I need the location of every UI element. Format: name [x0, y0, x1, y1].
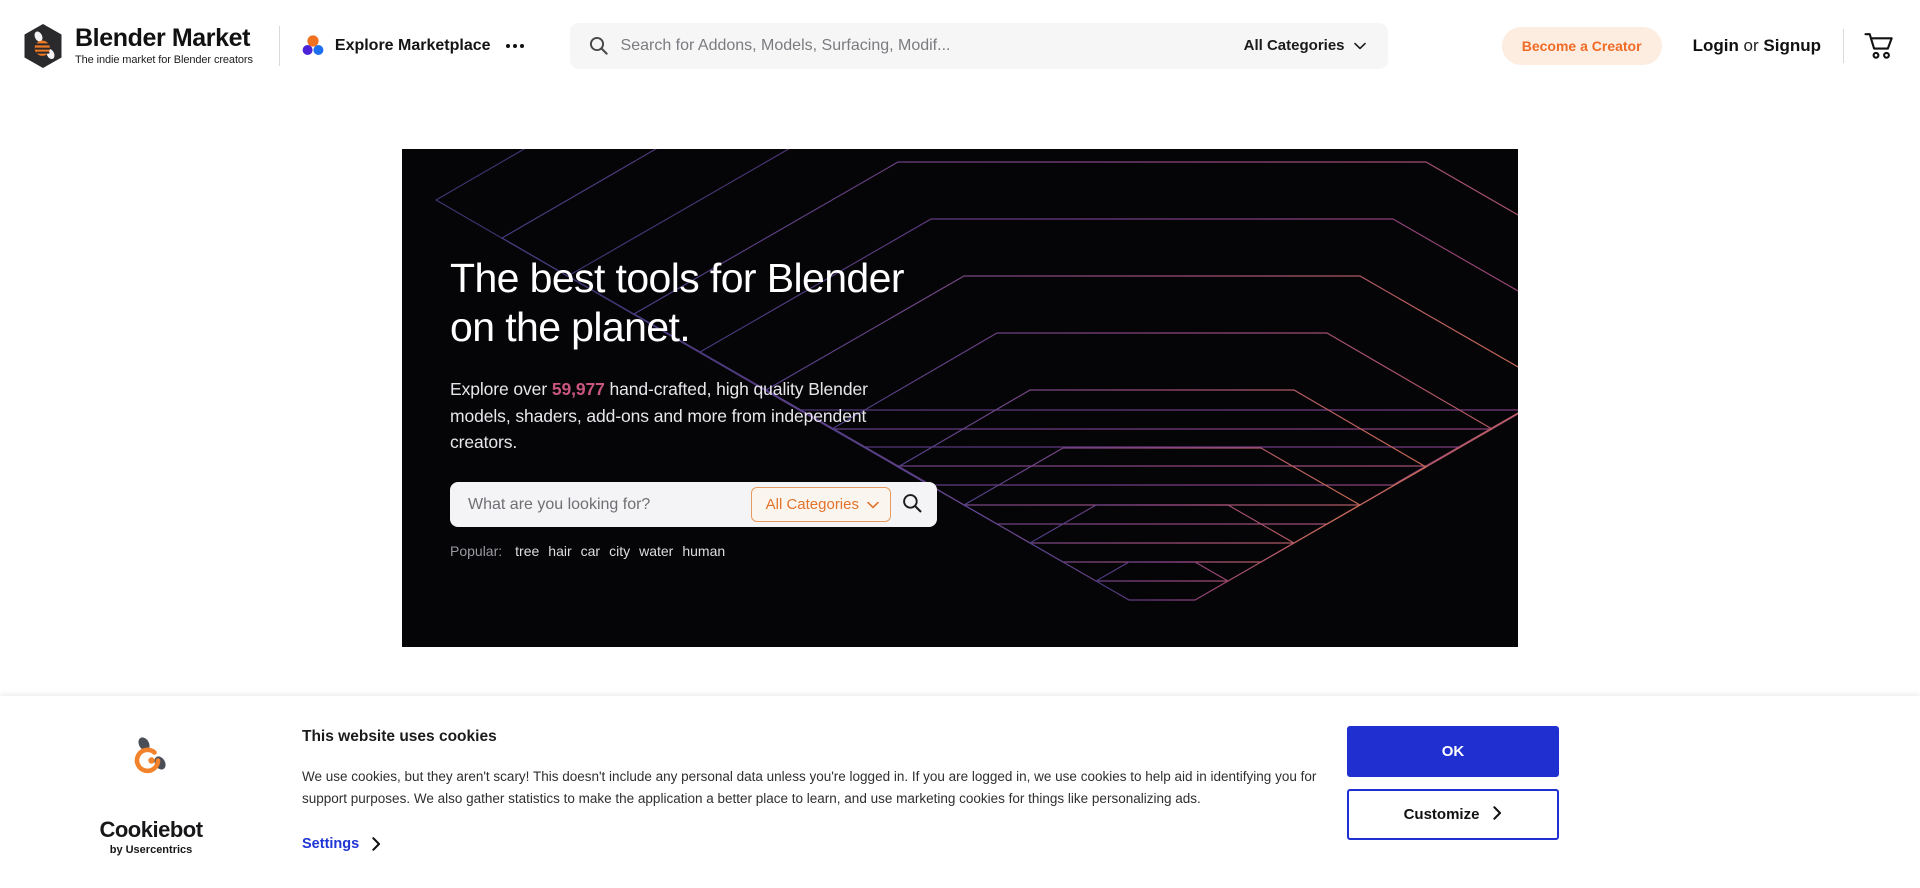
cookiebot-name: Cookiebot [99, 817, 203, 842]
marketplace-dots-icon [302, 35, 324, 56]
cookie-consent-banner: Cookiebot by Usercentrics This website u… [0, 696, 1920, 888]
hero-banner: The best tools for Blender on the planet… [402, 149, 1518, 647]
hero-subtext: Explore over 59,977 hand-crafted, high q… [450, 376, 882, 455]
page-body: The best tools for Blender on the planet… [0, 92, 1920, 888]
cookie-ok-button[interactable]: OK [1347, 726, 1559, 777]
popular-tag-hair[interactable]: hair [548, 543, 571, 559]
explore-marketplace-label: Explore Marketplace [334, 36, 491, 54]
popular-tag-city[interactable]: city [609, 543, 630, 559]
ellipsis-icon[interactable] [505, 43, 524, 48]
cookiebot-byline: by Usercentrics [109, 844, 193, 856]
hero-headline: The best tools for Blender on the planet… [450, 254, 970, 352]
auth-separator: or [1738, 35, 1764, 55]
cookie-customize-button[interactable]: Customize [1347, 789, 1559, 840]
header-actions: Become a Creator Login or Signup [1501, 26, 1898, 65]
hero-content: The best tools for Blender on the planet… [450, 254, 970, 559]
hero-product-count: 59,977 [551, 379, 605, 400]
popular-tag-tree[interactable]: tree [515, 543, 539, 559]
header-search-input[interactable] [607, 36, 1234, 55]
hero-search-bar[interactable]: All Categories [450, 482, 937, 528]
become-a-creator-button[interactable]: Become a Creator [1501, 26, 1662, 65]
chevron-right-icon [1493, 805, 1502, 824]
site-header: Blender Market The indie market for Blen… [0, 0, 1920, 92]
header-search-bar[interactable]: All Categories [569, 22, 1388, 69]
chevron-right-icon [372, 836, 381, 851]
header-divider [278, 25, 280, 66]
cookiebot-wordmark: Cookiebot by Usercentrics [99, 817, 203, 856]
cookiebot-branding: Cookiebot by Usercentrics [0, 718, 302, 878]
hero-search-input[interactable] [454, 482, 751, 528]
cookie-banner-body: We use cookies, but they aren't scary! T… [302, 769, 1317, 806]
chevron-down-icon [1353, 37, 1366, 54]
login-link[interactable]: Login [1693, 36, 1739, 55]
popular-tag-car[interactable]: car [581, 543, 600, 559]
brand-tagline: The indie market for Blender creators [75, 53, 253, 66]
hero-headline-line-2: on the planet. [450, 304, 691, 351]
cookie-settings-link[interactable]: Settings [302, 836, 381, 852]
explore-marketplace-menu[interactable]: Explore Marketplace [302, 35, 524, 56]
shopping-cart-icon[interactable] [1864, 32, 1894, 60]
popular-tag-water[interactable]: water [639, 543, 673, 559]
hero-headline-line-1: The best tools for Blender [450, 255, 904, 301]
hero-subtext-prefix: Explore over [450, 379, 552, 400]
header-category-label: All Categories [1243, 37, 1345, 54]
search-icon [589, 36, 608, 55]
popular-tag-human[interactable]: human [682, 543, 725, 559]
cookie-settings-label: Settings [302, 835, 360, 852]
hero-search-submit-button[interactable] [891, 482, 933, 527]
cookie-banner-title: This website uses cookies [302, 728, 497, 745]
hero-category-select[interactable]: All Categories [750, 487, 891, 523]
brand-logo-link[interactable]: Blender Market The indie market for Blen… [22, 23, 253, 69]
chevron-down-icon [867, 496, 879, 513]
cookie-text-column: This website uses cookies We use cookies… [302, 718, 1347, 853]
header-category-select[interactable]: All Categories [1234, 37, 1382, 54]
popular-label: Popular: [450, 543, 503, 560]
search-icon [902, 493, 922, 516]
popular-searches: Popular: tree hair car city water human [450, 543, 970, 559]
signup-link[interactable]: Signup [1763, 36, 1821, 55]
cookiebot-bee-icon [127, 732, 175, 780]
hero-category-label: All Categories [765, 496, 859, 514]
header-divider-2 [1843, 28, 1844, 63]
auth-links: Login or Signup [1693, 36, 1821, 56]
blender-market-bee-hex-logo-icon [22, 23, 64, 69]
cookie-customize-label: Customize [1403, 806, 1480, 823]
cookie-banner-actions: OK Customize [1347, 718, 1677, 840]
brand-title: Blender Market [75, 23, 251, 52]
